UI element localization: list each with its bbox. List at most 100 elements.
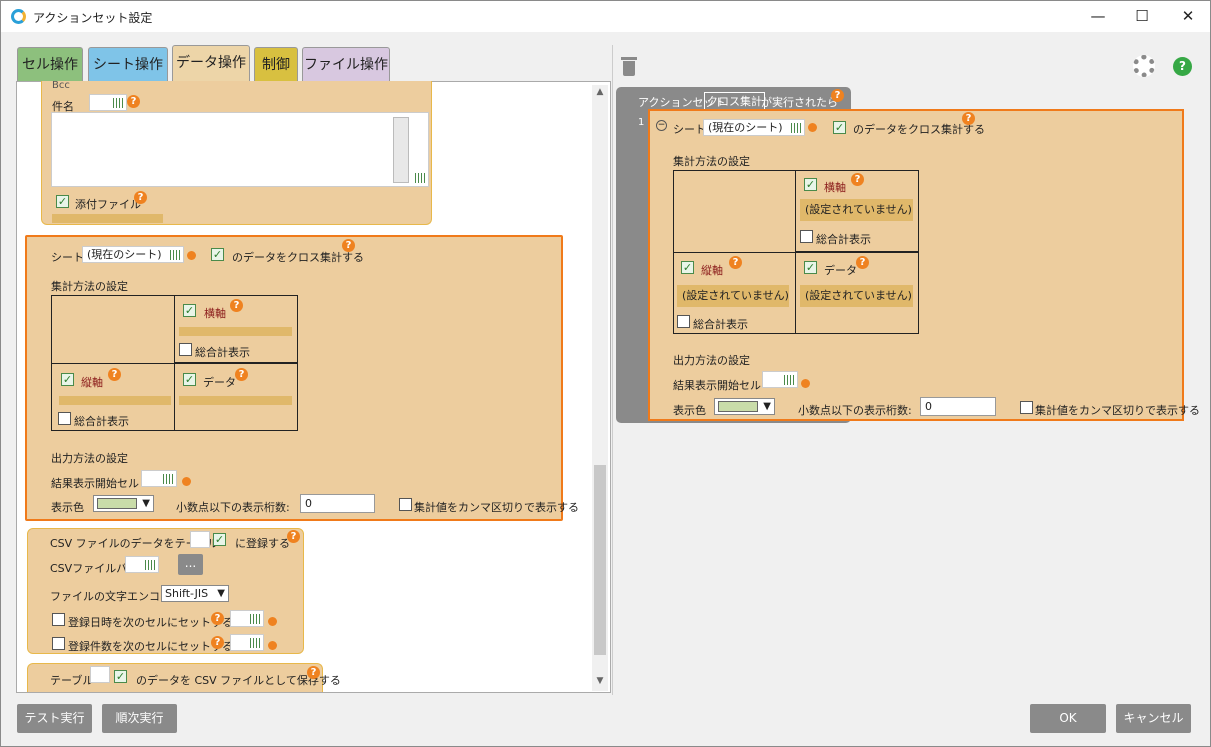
r-data-value[interactable]: (設定されていません) xyxy=(800,285,913,307)
r-decimals-stepper[interactable]: 0 xyxy=(920,397,996,416)
cell-picker-icon[interactable] xyxy=(415,173,425,183)
trash-icon[interactable] xyxy=(620,55,638,77)
tate-checkbox[interactable]: ✓ xyxy=(61,373,74,386)
r-data-checkbox[interactable]: ✓ xyxy=(804,261,817,274)
decimals-stepper[interactable]: 0 xyxy=(300,494,375,513)
color-select[interactable]: ▼ xyxy=(93,495,154,512)
help-icon[interactable]: ? xyxy=(729,256,742,269)
tab-data[interactable]: データ操作 xyxy=(172,45,250,82)
cell-picker-icon[interactable] xyxy=(791,123,801,133)
textarea-scrollbar[interactable] xyxy=(393,117,409,183)
maximize-button[interactable]: ☐ xyxy=(1131,6,1153,26)
yoko-value-bar[interactable] xyxy=(179,327,292,336)
save-table-field[interactable] xyxy=(90,666,110,683)
cell-picker-icon[interactable] xyxy=(170,250,180,260)
help-icon[interactable]: ? xyxy=(287,530,300,543)
help-icon[interactable]: ? xyxy=(307,666,320,679)
help-icon[interactable]: ? xyxy=(211,612,224,625)
cell-picker-icon[interactable] xyxy=(145,560,155,570)
r-color-select[interactable]: ▼ xyxy=(714,398,775,415)
r-yoko-value[interactable]: (設定されていません) xyxy=(800,199,913,221)
scroll-up-icon[interactable]: ▲ xyxy=(594,87,606,99)
help-icon[interactable]: ? xyxy=(235,368,248,381)
help-icon[interactable]: ? xyxy=(342,239,355,252)
count-cell-field[interactable] xyxy=(230,634,264,651)
cell-picker-icon[interactable] xyxy=(784,375,794,385)
yoko-total-checkbox[interactable] xyxy=(179,343,192,356)
help-icon[interactable]: ? xyxy=(127,95,140,108)
tab-cell[interactable]: セル操作 xyxy=(17,47,83,81)
tab-control[interactable]: 制御 xyxy=(254,47,298,81)
r-sheet-field[interactable]: (現在のシート) xyxy=(703,119,805,136)
close-button[interactable]: ✕ xyxy=(1177,6,1199,26)
date-checkbox[interactable] xyxy=(52,613,65,626)
help-icon[interactable] xyxy=(187,251,196,260)
browse-button[interactable]: ... xyxy=(178,554,203,575)
help-icon[interactable]: ? xyxy=(962,112,975,125)
data-checkbox[interactable]: ✓ xyxy=(183,373,196,386)
splitter[interactable] xyxy=(612,45,613,695)
tab-sheet[interactable]: シート操作 xyxy=(88,47,168,81)
cell-picker-icon[interactable] xyxy=(250,614,260,624)
help-icon[interactable]: ? xyxy=(856,256,869,269)
r-tate-total-checkbox[interactable] xyxy=(677,315,690,328)
attach-checkbox[interactable]: ✓ xyxy=(56,195,69,208)
help-icon[interactable]: ? xyxy=(230,299,243,312)
help-icon[interactable]: ? xyxy=(134,191,147,204)
tab-file[interactable]: ファイル操作 xyxy=(302,47,390,81)
help-icon[interactable] xyxy=(808,123,817,132)
yoko-checkbox[interactable]: ✓ xyxy=(183,304,196,317)
tate-value-bar[interactable] xyxy=(59,396,171,405)
start-cell-field[interactable] xyxy=(141,470,177,487)
help-icon[interactable]: ? xyxy=(108,368,121,381)
csv-path-field[interactable] xyxy=(125,556,159,573)
cell-picker-icon[interactable] xyxy=(163,474,173,484)
r-tate-checkbox[interactable]: ✓ xyxy=(681,261,694,274)
cell-picker-icon[interactable] xyxy=(113,98,123,108)
tate-total-checkbox[interactable] xyxy=(58,412,71,425)
r-comma-checkbox[interactable] xyxy=(1020,401,1033,414)
data-value-bar[interactable] xyxy=(179,396,292,405)
sheet-field[interactable]: (現在のシート) xyxy=(82,246,184,263)
test-run-button[interactable]: テスト実行 xyxy=(17,704,92,733)
cell-picker-icon[interactable] xyxy=(250,638,260,648)
cancel-button[interactable]: キャンセル xyxy=(1116,704,1191,733)
minimize-button[interactable]: — xyxy=(1087,6,1109,26)
subject-field[interactable] xyxy=(89,94,127,111)
help-icon[interactable] xyxy=(182,477,191,486)
encode-select[interactable]: Shift-JIS ▼ xyxy=(161,585,229,602)
csv-export-card[interactable]: テーブル ✓ のデータを CSV ファイルとして保存する ? xyxy=(27,663,341,692)
step-run-button[interactable]: 順次実行 xyxy=(102,704,177,733)
help-circle-icon[interactable]: ? xyxy=(1173,57,1192,76)
cross-tab-action[interactable]: − シート (現在のシート) ✓ のデータをクロス集計する ? 集計方法の設定 … xyxy=(648,109,1200,421)
scroll-thumb[interactable] xyxy=(594,465,606,655)
count-checkbox[interactable] xyxy=(52,637,65,650)
r-start-cell-field[interactable] xyxy=(762,371,798,388)
collapse-icon[interactable]: − xyxy=(656,120,667,131)
csv-enable-checkbox[interactable]: ✓ xyxy=(213,533,226,546)
help-icon[interactable] xyxy=(268,641,277,650)
r-yoko-total-checkbox[interactable] xyxy=(800,230,813,243)
comma-checkbox[interactable] xyxy=(399,498,412,511)
r-yoko-checkbox[interactable]: ✓ xyxy=(804,178,817,191)
palette-scrollbar[interactable]: ▲ ▼ xyxy=(592,85,608,691)
save-enable-checkbox[interactable]: ✓ xyxy=(114,670,127,683)
help-icon[interactable] xyxy=(801,379,810,388)
r-cross-enable-checkbox[interactable]: ✓ xyxy=(833,121,846,134)
csv-import-card[interactable]: CSV ファイルのデータをテーブル ✓ に登録する ? CSVファイルパス ..… xyxy=(27,528,304,654)
save-label: テーブル xyxy=(50,674,94,687)
date-cell-field[interactable] xyxy=(230,610,264,627)
gear-icon[interactable] xyxy=(1133,55,1155,77)
help-icon[interactable]: ? xyxy=(831,89,844,102)
body-textarea[interactable] xyxy=(51,112,429,187)
attach-value-bar[interactable] xyxy=(52,214,163,223)
table-field[interactable] xyxy=(190,531,210,548)
cross-enable-checkbox[interactable]: ✓ xyxy=(211,248,224,261)
ok-button[interactable]: OK xyxy=(1030,704,1106,733)
help-icon[interactable] xyxy=(268,617,277,626)
scroll-down-icon[interactable]: ▼ xyxy=(594,676,606,688)
r-tate-value[interactable]: (設定されていません) xyxy=(677,285,789,307)
help-icon[interactable]: ? xyxy=(211,636,224,649)
cross-tab-card[interactable]: シート (現在のシート) ✓ のデータをクロス集計する ? 集計方法の設定 ✓ … xyxy=(25,235,579,521)
help-icon[interactable]: ? xyxy=(851,173,864,186)
